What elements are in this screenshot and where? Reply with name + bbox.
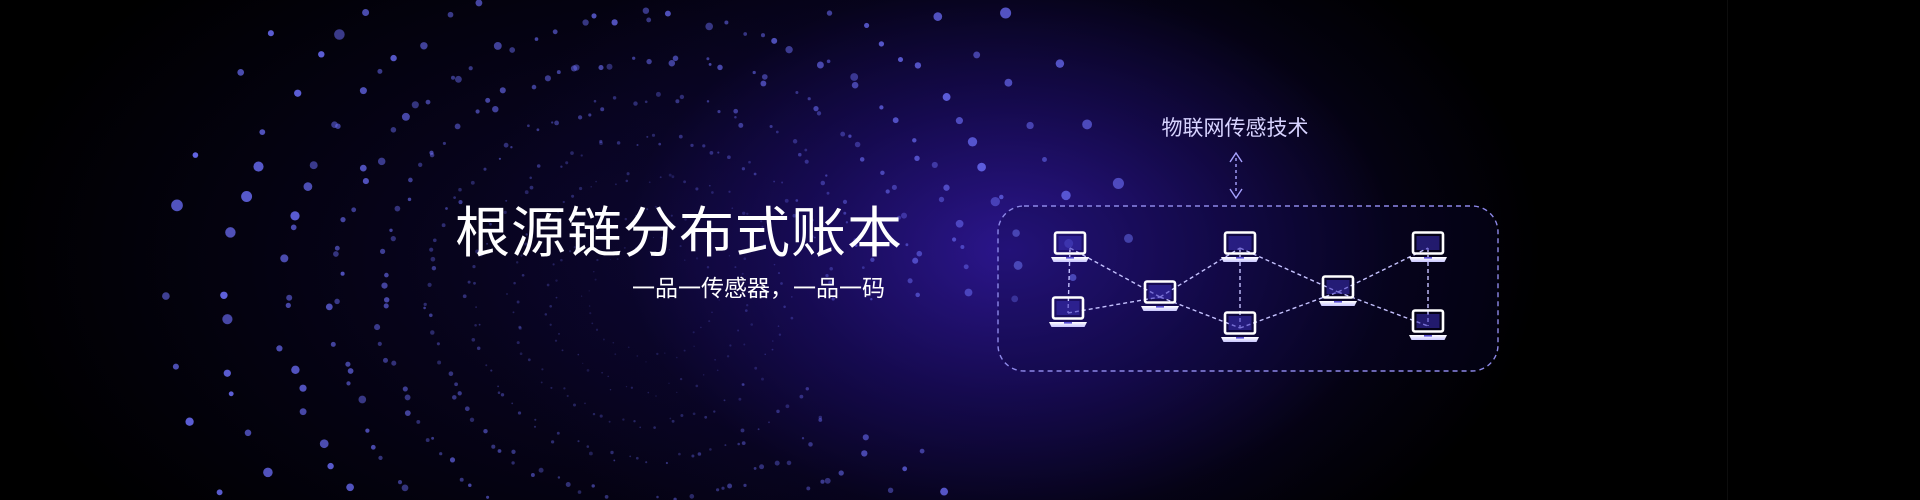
network-frame (997, 205, 1499, 372)
divider (1727, 0, 1728, 500)
network-diagram (997, 151, 1499, 372)
hero-banner: 根源链分布式账本 一品一传感器，一品一码 物联网传感技术 (0, 0, 1920, 500)
double-arrow-icon (1229, 151, 1243, 200)
